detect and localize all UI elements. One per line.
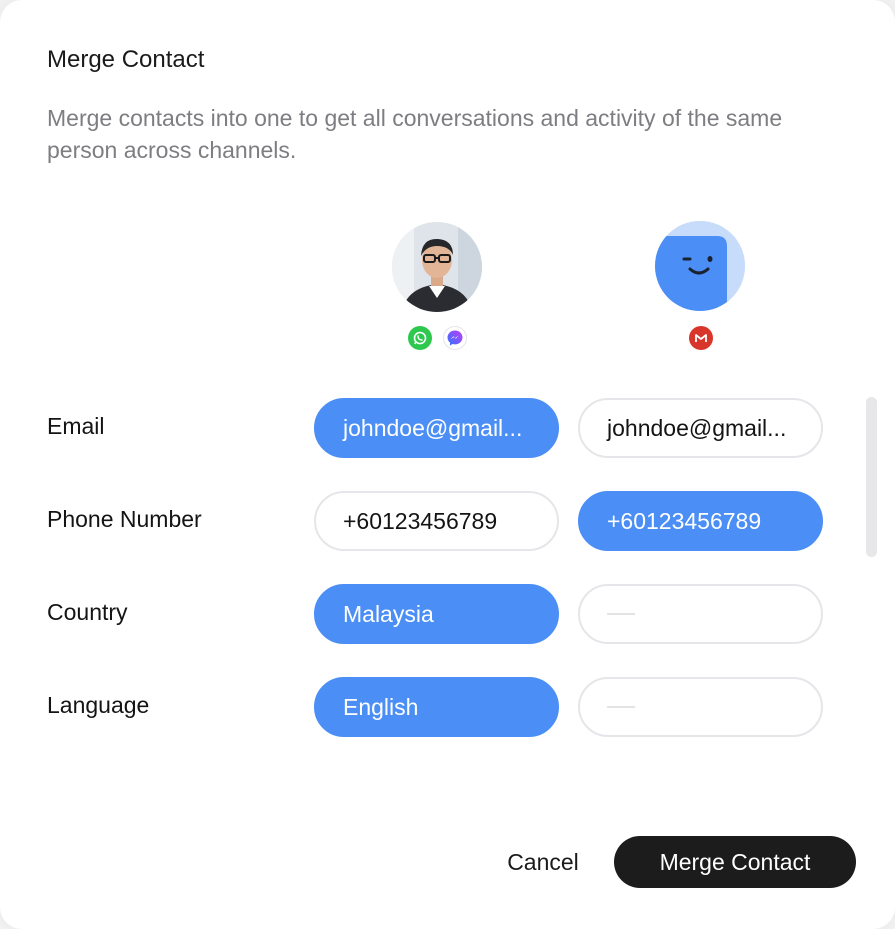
email-option-a[interactable]: johndoe@gmail... <box>314 398 559 458</box>
messenger-icon <box>443 326 467 350</box>
country-option-a-value: Malaysia <box>343 600 434 627</box>
email-option-b[interactable]: johndoe@gmail... <box>578 398 823 458</box>
empty-value-dash <box>607 613 635 615</box>
email-option-a-value: johndoe@gmail... <box>343 414 523 441</box>
phone-option-b[interactable]: +60123456789 <box>578 491 823 551</box>
scrollbar[interactable] <box>866 397 877 557</box>
language-option-a-value: English <box>343 693 419 720</box>
whatsapp-icon <box>408 326 432 350</box>
contact-a-avatar <box>392 222 482 312</box>
person-photo-icon <box>392 222 482 312</box>
dialog-description: Merge contacts into one to get all conve… <box>47 105 783 163</box>
cancel-button[interactable]: Cancel <box>498 842 588 882</box>
country-option-b[interactable] <box>578 584 823 644</box>
merge-contact-button[interactable]: Merge Contact <box>614 836 856 888</box>
country-option-a[interactable]: Malaysia <box>314 584 559 644</box>
gmail-icon <box>689 326 713 350</box>
dialog-title: Merge Contact <box>47 46 205 73</box>
phone-option-b-value: +60123456789 <box>607 507 762 534</box>
phone-number-label: Phone Number <box>47 506 202 532</box>
merge-contact-dialog: Merge Contact Merge contacts into one to… <box>0 0 895 929</box>
country-label: Country <box>47 599 128 625</box>
smiley-placeholder-icon <box>655 221 745 311</box>
language-option-b[interactable] <box>578 677 823 737</box>
email-option-b-value: johndoe@gmail... <box>607 414 787 441</box>
language-label: Language <box>47 692 150 718</box>
phone-option-a[interactable]: +60123456789 <box>314 491 559 551</box>
email-label: Email <box>47 413 105 439</box>
empty-value-dash <box>607 706 635 708</box>
language-option-a[interactable]: English <box>314 677 559 737</box>
contact-b-avatar <box>655 221 745 311</box>
phone-option-a-value: +60123456789 <box>343 507 498 534</box>
